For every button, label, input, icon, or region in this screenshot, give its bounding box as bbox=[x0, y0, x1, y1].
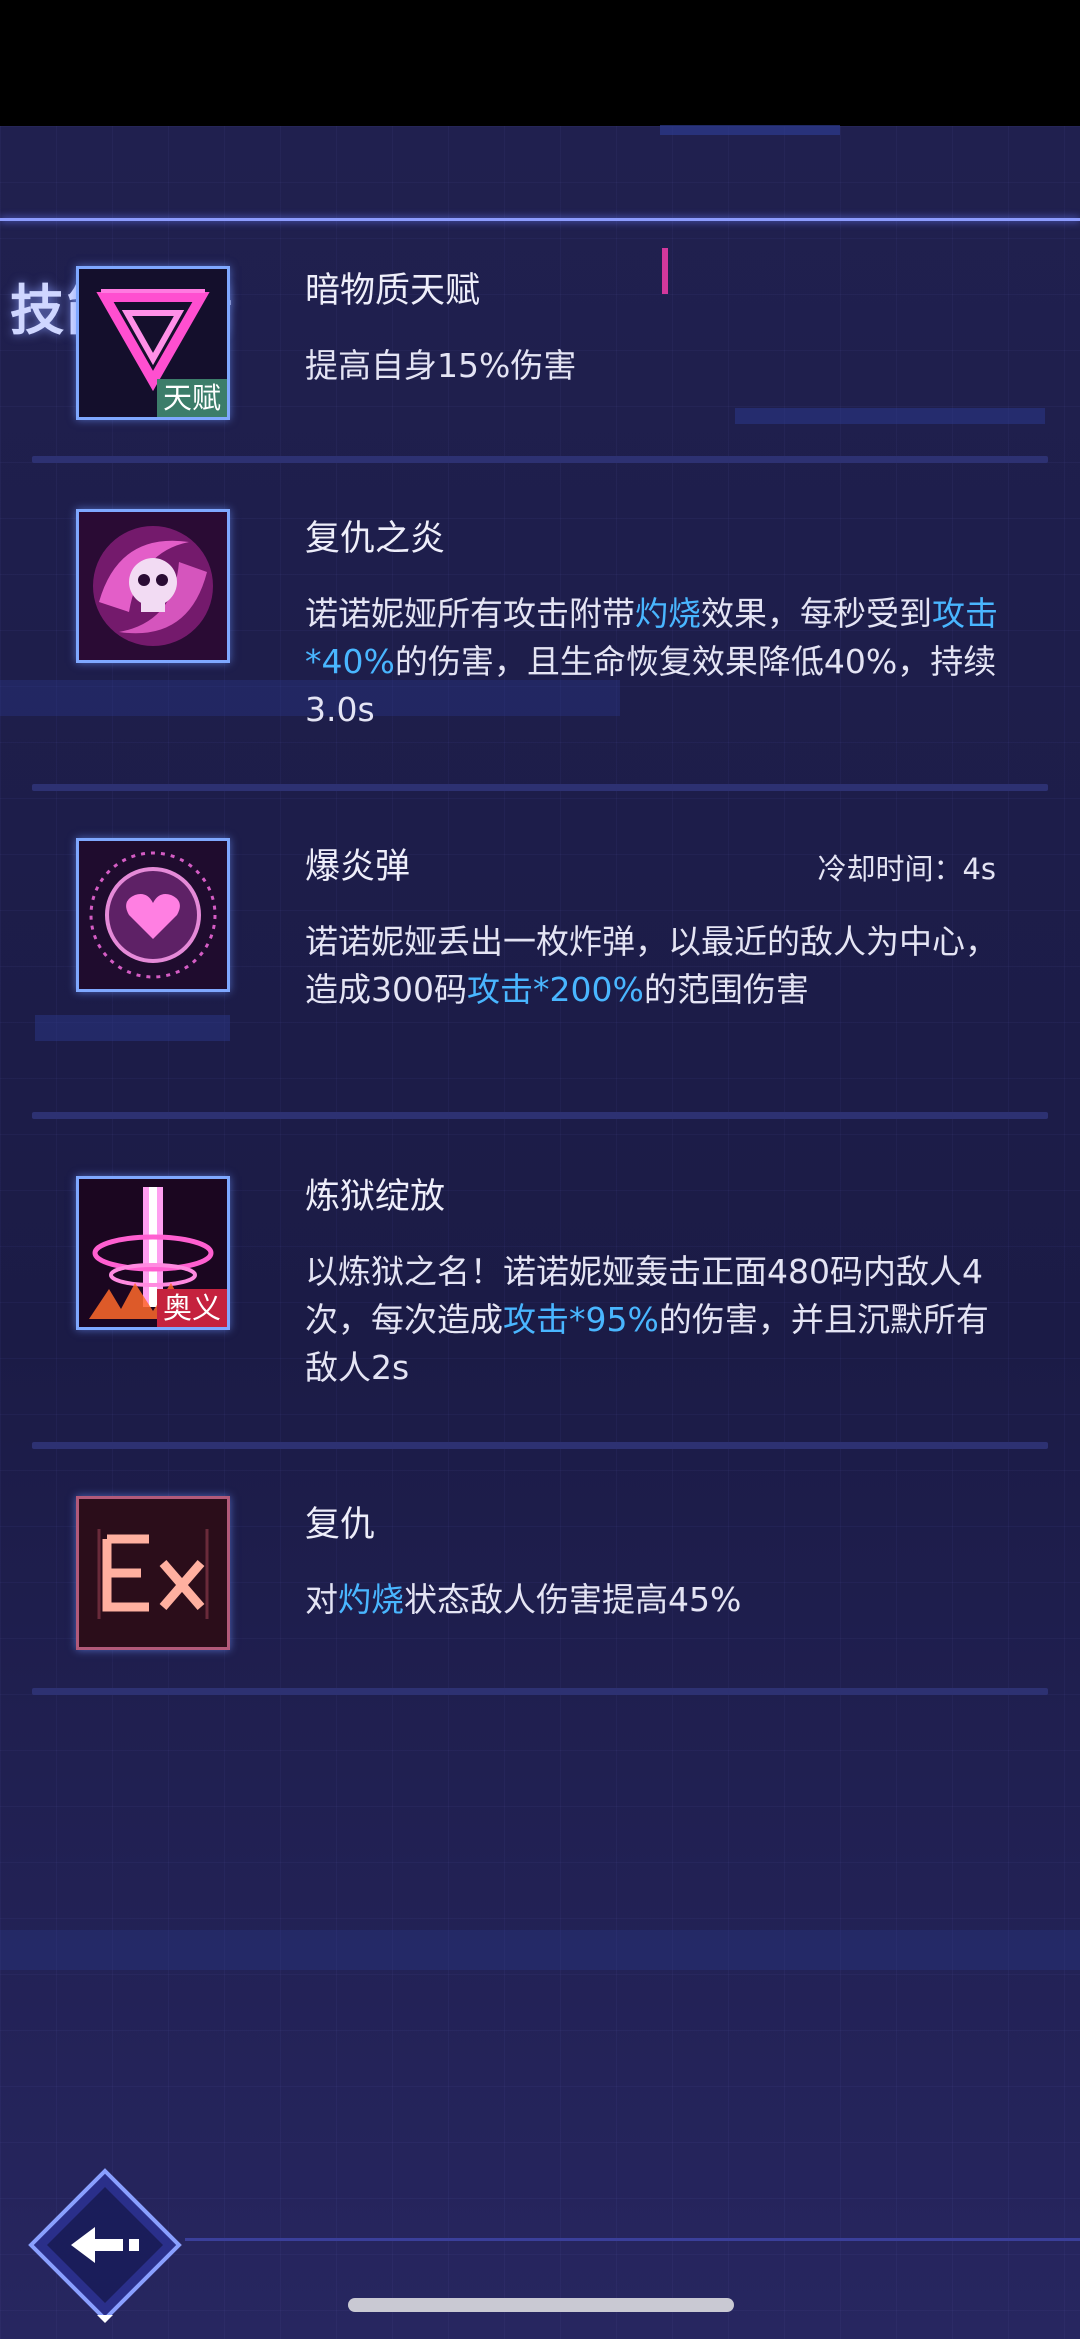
divider bbox=[32, 784, 1048, 791]
desc-text: 对 bbox=[305, 1580, 338, 1619]
status-bar bbox=[0, 0, 1080, 126]
talent-tag: 天赋 bbox=[156, 379, 227, 417]
highlight-text: 灼烧 bbox=[338, 1580, 404, 1619]
highlight-text: 灼烧 bbox=[635, 594, 701, 633]
desc-text: 的范围伤害 bbox=[643, 970, 809, 1009]
header: 技能详情 bbox=[0, 126, 1080, 342]
decor-streak bbox=[662, 248, 668, 294]
divider bbox=[32, 1442, 1048, 1449]
skill-description: 提高自身15%伤害 bbox=[305, 342, 1017, 390]
dark-matter-triangle-icon: 天赋 bbox=[76, 266, 230, 420]
skill-name: 复仇 bbox=[305, 1505, 376, 1545]
home-indicator[interactable] bbox=[348, 2298, 734, 2312]
skill-name: 爆炎弹 bbox=[305, 847, 411, 887]
ultimate-tag: 奥义 bbox=[156, 1289, 227, 1327]
skill-description: 诺诺妮娅丢出一枚炸弹，以最近的敌人为中心，造成300码攻击*200%的范围伤害 bbox=[305, 918, 1017, 1014]
back-arrow-icon[interactable] bbox=[25, 2165, 185, 2325]
desc-text: 效果，每秒受到 bbox=[701, 594, 932, 633]
bottom-divider bbox=[185, 2238, 1080, 2241]
skill-description: 诺诺妮娅所有攻击附带灼烧效果，每秒受到攻击*40%的伤害，且生命恢复效果降低40… bbox=[305, 590, 1017, 734]
skill-description: 以炼狱之名！诺诺妮娅轰击正面480码内敌人4次，每次造成攻击*95%的伤害，并且… bbox=[305, 1248, 1017, 1392]
decor-streak bbox=[35, 1015, 230, 1041]
highlight-text: 攻击*95% bbox=[503, 1300, 659, 1339]
divider bbox=[32, 1112, 1048, 1119]
decor-streak bbox=[0, 1930, 1080, 1970]
divider bbox=[32, 456, 1048, 463]
skill-name: 炼狱绽放 bbox=[305, 1177, 446, 1217]
cooldown-label: 冷却时间：4s bbox=[817, 852, 996, 886]
ex-icon bbox=[76, 1496, 230, 1650]
decor-streak bbox=[735, 408, 1045, 424]
desc-text: 提高自身15%伤害 bbox=[305, 346, 577, 385]
desc-text: 状态敌人伤害提高45% bbox=[404, 1580, 742, 1619]
desc-text: 的伤害，且生命恢复效果降低40%，持续3.0s bbox=[305, 642, 997, 729]
skill-name: 复仇之炎 bbox=[305, 519, 446, 559]
divider bbox=[32, 1688, 1048, 1695]
desc-text: 诺诺妮娅所有攻击附带 bbox=[305, 594, 635, 633]
skill-name: 暗物质天赋 bbox=[305, 271, 481, 311]
header-divider bbox=[0, 218, 1080, 221]
skull-flame-icon bbox=[76, 509, 230, 663]
highlight-text: 攻击*200% bbox=[467, 970, 644, 1009]
back-button[interactable] bbox=[25, 2165, 185, 2325]
heart-bomb-icon bbox=[76, 838, 230, 992]
pillar-burst-icon: 奥义 bbox=[76, 1176, 230, 1330]
skill-description: 对灼烧状态敌人伤害提高45% bbox=[305, 1576, 1017, 1624]
